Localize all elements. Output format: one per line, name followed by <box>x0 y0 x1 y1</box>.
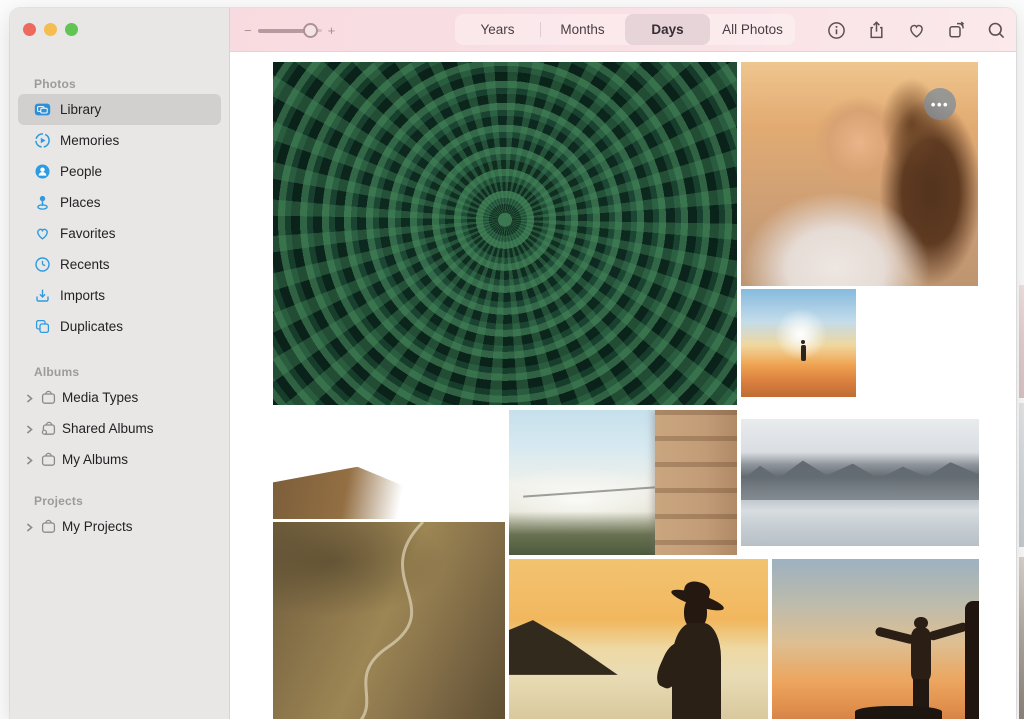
shared-album-icon <box>40 420 57 437</box>
photo-forest-aerial[interactable] <box>273 62 737 405</box>
sidebar-section-projects: Projects <box>18 491 221 511</box>
zoom-out-minus[interactable]: − <box>244 24 252 37</box>
duplicates-icon <box>34 318 51 335</box>
minimize-window-button[interactable] <box>44 23 57 36</box>
sidebar-item-recents[interactable]: Recents <box>18 249 221 280</box>
zoom-slider[interactable] <box>258 23 322 37</box>
sidebar-item-label: Recents <box>60 257 110 272</box>
thumbnail-zoom-control: − + <box>244 8 335 52</box>
places-icon <box>34 194 51 211</box>
sidebar-item-my-albums[interactable]: My Albums <box>18 444 221 475</box>
sidebar-item-people[interactable]: People <box>18 156 221 187</box>
sidebar-section-albums: Albums <box>18 362 221 382</box>
sidebar-section-photos: Photos <box>18 74 221 94</box>
main-area: − + Years Months Days All Photos <box>230 8 1016 719</box>
photo-snow-mountains[interactable] <box>741 419 979 546</box>
mountain-peaks-shape <box>741 457 979 500</box>
photo-hat-woman-sunset[interactable] <box>509 559 768 719</box>
edge-photo-sliver-top <box>1019 285 1024 398</box>
edge-photo-sliver-middle <box>1019 403 1024 547</box>
album-icon <box>40 518 57 535</box>
album-icon <box>40 451 57 468</box>
chevron-right-icon[interactable] <box>24 454 35 465</box>
sidebar-item-label: My Projects <box>62 519 133 534</box>
winding-road-path <box>273 522 505 719</box>
chevron-right-icon[interactable] <box>24 392 35 403</box>
photo-grid: ••• <box>230 53 1016 719</box>
more-options-button[interactable]: ••• <box>924 88 956 120</box>
photos-app-window: Photos Library Memories <box>10 8 1016 719</box>
tab-all-photos[interactable]: All Photos <box>710 14 795 45</box>
search-icon[interactable] <box>976 8 1016 52</box>
zoom-slider-fill <box>258 29 310 33</box>
sidebar-item-places[interactable]: Places <box>18 187 221 218</box>
sidebar-item-memories[interactable]: Memories <box>18 125 221 156</box>
hat-woman-silhouette <box>654 582 742 719</box>
photo-desert-road[interactable] <box>273 522 505 719</box>
tab-days[interactable]: Days <box>625 14 710 45</box>
partial-silhouette-shape <box>965 601 979 719</box>
sidebar-item-label: Favorites <box>60 226 116 241</box>
zoom-window-button[interactable] <box>65 23 78 36</box>
fjord-ridge-shape <box>273 467 435 519</box>
rotate-icon[interactable] <box>936 8 976 52</box>
edge-photo-sliver-bottom <box>1019 557 1024 719</box>
toolbar-actions <box>816 8 1016 52</box>
sidebar-item-duplicates[interactable]: Duplicates <box>18 311 221 342</box>
heart-icon <box>34 225 51 242</box>
arms-spread-silhouette <box>880 617 963 719</box>
sidebar-list: Photos Library Memories <box>18 74 221 542</box>
sidebar-item-label: Library <box>60 102 101 117</box>
tab-months[interactable]: Months <box>540 14 625 45</box>
library-icon <box>34 101 51 118</box>
window-controls <box>23 23 78 36</box>
screen: Photos Library Memories <box>0 0 1024 719</box>
sidebar-item-shared-albums[interactable]: Shared Albums <box>18 413 221 444</box>
sidebar-item-imports[interactable]: Imports <box>18 280 221 311</box>
photo-woman-portrait[interactable]: ••• <box>741 62 978 286</box>
info-icon[interactable] <box>816 8 856 52</box>
sidebar-item-label: Memories <box>60 133 119 148</box>
sidebar: Photos Library Memories <box>10 8 230 719</box>
sidebar-item-media-types[interactable]: Media Types <box>18 382 221 413</box>
castle-building-shape <box>655 410 737 555</box>
sidebar-item-label: Media Types <box>62 390 138 405</box>
headland-shape <box>509 620 618 675</box>
photo-castle-fog[interactable] <box>509 410 737 555</box>
zoom-in-plus[interactable]: + <box>328 24 336 37</box>
sidebar-item-library[interactable]: Library <box>18 94 221 125</box>
sidebar-item-label: Imports <box>60 288 105 303</box>
chevron-right-icon[interactable] <box>24 423 35 434</box>
toolbar: − + Years Months Days All Photos <box>230 8 1016 52</box>
clock-icon <box>34 256 51 273</box>
people-icon <box>34 163 51 180</box>
view-segmented-control: Years Months Days All Photos <box>455 14 795 45</box>
share-icon[interactable] <box>856 8 896 52</box>
photo-beach-sunset-figure[interactable] <box>741 289 856 397</box>
sidebar-item-label: Places <box>60 195 101 210</box>
photo-sea-silhouette[interactable] <box>860 289 978 397</box>
summit-rock-shape <box>855 706 942 719</box>
beach-person-silhouette <box>801 345 806 361</box>
cable-car-line <box>523 487 655 498</box>
close-window-button[interactable] <box>23 23 36 36</box>
tab-years[interactable]: Years <box>455 14 540 45</box>
photo-fjord-lake[interactable] <box>273 410 505 519</box>
favorite-heart-icon[interactable] <box>896 8 936 52</box>
sidebar-item-my-projects[interactable]: My Projects <box>18 511 221 542</box>
sidebar-item-label: People <box>60 164 102 179</box>
import-tray-icon <box>34 287 51 304</box>
sidebar-item-label: Shared Albums <box>62 421 154 436</box>
memories-icon <box>34 132 51 149</box>
sidebar-item-label: Duplicates <box>60 319 123 334</box>
photo-arms-spread-sunset[interactable] <box>772 559 979 719</box>
chevron-right-icon[interactable] <box>24 521 35 532</box>
album-icon <box>40 389 57 406</box>
sidebar-item-favorites[interactable]: Favorites <box>18 218 221 249</box>
zoom-slider-knob[interactable] <box>303 23 318 38</box>
sidebar-item-label: My Albums <box>62 452 128 467</box>
